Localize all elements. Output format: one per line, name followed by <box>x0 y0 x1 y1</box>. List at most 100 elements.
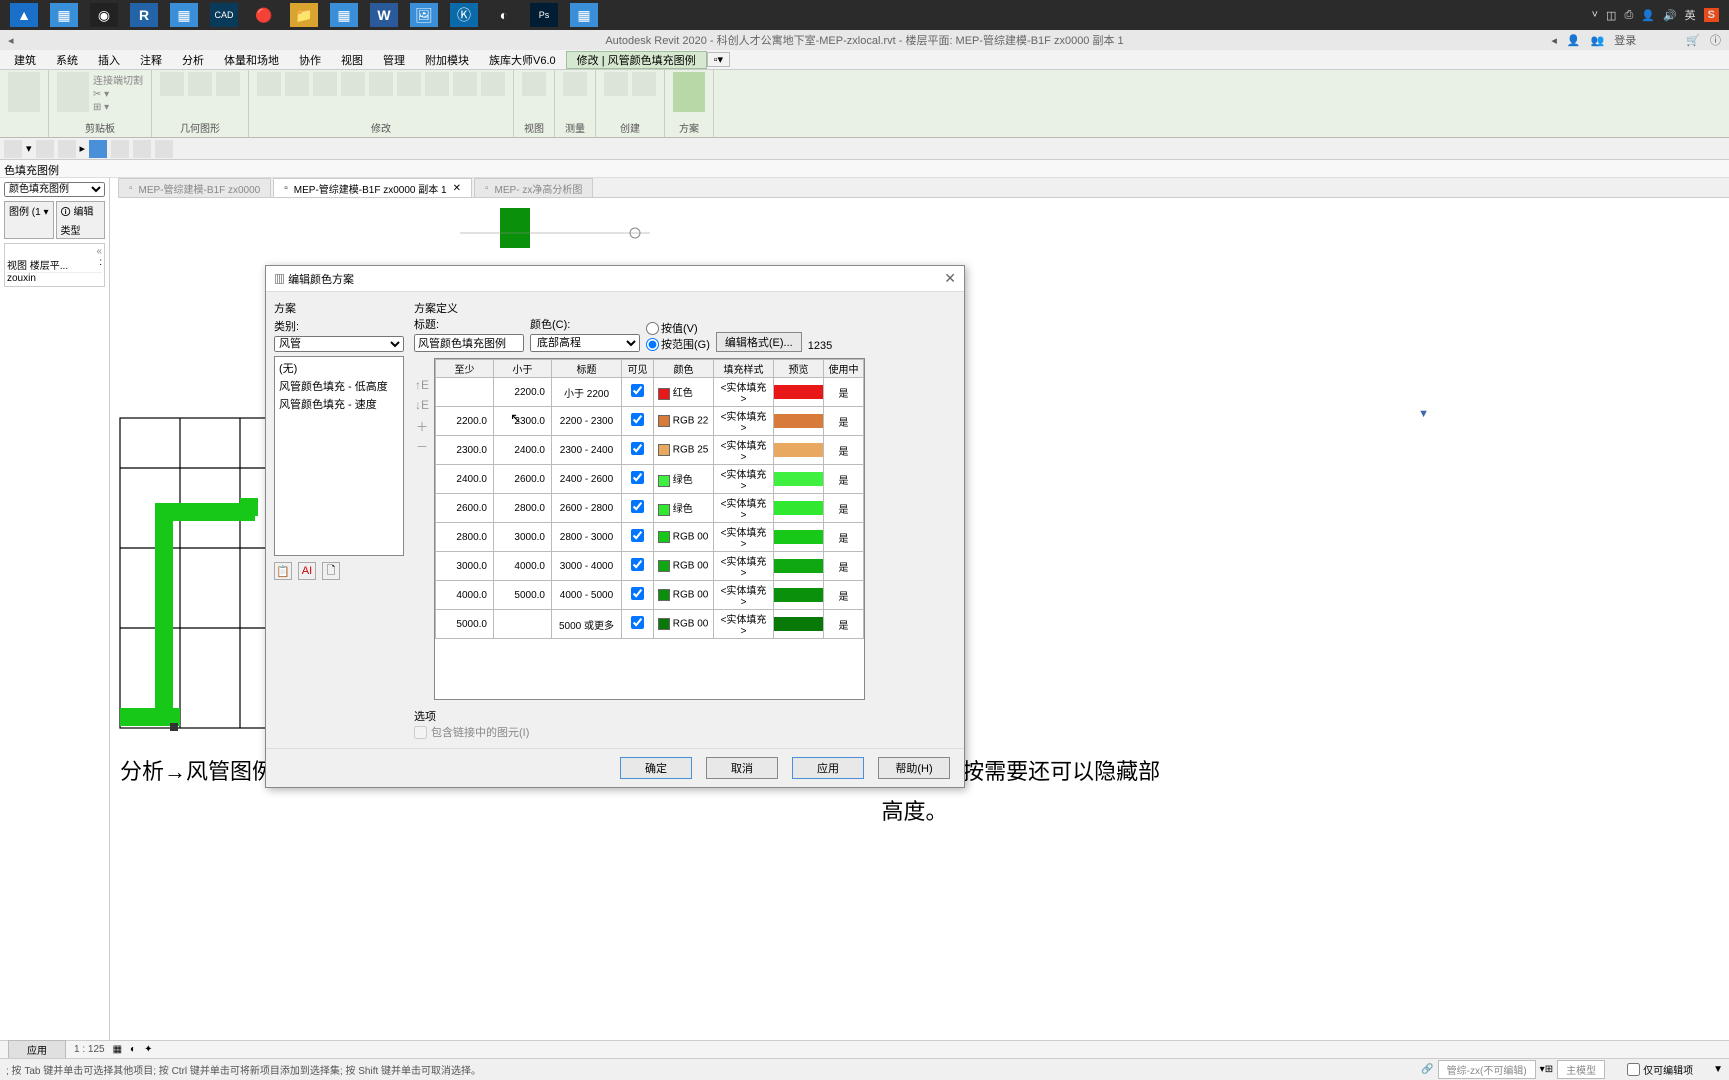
cell-color[interactable]: RGB 00 <box>654 610 714 639</box>
help-button[interactable]: 帮助(H) <box>878 757 950 779</box>
scheme-item[interactable]: 风管颜色填充 - 低高度 <box>277 377 401 395</box>
ok-button[interactable]: 确定 <box>620 757 692 779</box>
cell-fill[interactable]: <实体填充> <box>714 523 774 552</box>
cell-visible[interactable] <box>622 494 654 523</box>
cell-max[interactable] <box>494 610 552 639</box>
cell-title[interactable]: 5000 或更多 <box>552 610 622 639</box>
cell-color[interactable]: 绿色 <box>654 465 714 494</box>
scheme-list[interactable]: (无) 风管颜色填充 - 低高度 风管颜色填充 - 速度 <box>274 356 404 556</box>
taskbar-app-icon[interactable]: 📁 <box>290 3 318 27</box>
table-row[interactable]: 2200.0小于 2200 红色<实体填充>是 <box>436 378 864 407</box>
ribbon-create-icon[interactable] <box>604 72 628 96</box>
radio-range[interactable]: 按范围(G) <box>646 336 710 352</box>
cancel-button[interactable]: 取消 <box>706 757 778 779</box>
ribbon-edit-icon[interactable] <box>285 72 309 96</box>
quickbar-icon-active[interactable] <box>89 140 107 158</box>
cell-min[interactable]: 3000.0 <box>436 552 494 581</box>
ribbon-edit-icon[interactable] <box>425 72 449 96</box>
cell-max[interactable]: 2400.0 <box>494 436 552 465</box>
ribbon-join-icon[interactable]: ⊞ ▾ <box>93 102 143 113</box>
tray-icon[interactable]: 👤 <box>1641 9 1655 22</box>
cell-min[interactable] <box>436 378 494 407</box>
rename-icon[interactable]: AI <box>298 562 316 580</box>
tray-ime[interactable]: 英 <box>1685 7 1696 23</box>
tray-icon[interactable]: ◫ <box>1606 9 1616 22</box>
cell-color[interactable]: RGB 25 <box>654 436 714 465</box>
ribbon-geom-icon[interactable] <box>160 72 184 96</box>
apply-button[interactable]: 应用 <box>792 757 864 779</box>
tray-chevron-icon[interactable]: ˅ <box>1592 9 1598 21</box>
cell-fill[interactable]: <实体填充> <box>714 552 774 581</box>
ribbon-create-icon[interactable] <box>632 72 656 96</box>
taskbar-app-icon[interactable]: Ⓚ <box>450 3 478 27</box>
ribbon-view-icon[interactable] <box>522 72 546 96</box>
quickbar-icon[interactable] <box>133 140 151 158</box>
taskbar-app-icon[interactable]: 🔴 <box>250 3 278 27</box>
ribbon-geom-icon[interactable] <box>188 72 212 96</box>
menu-tab[interactable]: 族库大师V6.0 <box>479 52 566 68</box>
qat-icon[interactable]: ◂ <box>8 34 20 46</box>
type-selector[interactable]: 颜色填充图例 <box>4 182 105 197</box>
table-row[interactable]: 2400.02600.02400 - 2600 绿色<实体填充>是 <box>436 465 864 494</box>
scheme-item[interactable]: 风管颜色填充 - 速度 <box>277 395 401 413</box>
workset-field[interactable]: 管综-zx(不可编辑) <box>1438 1060 1536 1079</box>
menu-tab[interactable]: 视图 <box>331 52 373 68</box>
view-control-icon[interactable]: ✦ <box>144 1044 152 1055</box>
quickbar-icon[interactable] <box>4 140 22 158</box>
quickbar-icon[interactable] <box>36 140 54 158</box>
cell-min[interactable]: 4000.0 <box>436 581 494 610</box>
edit-format-button[interactable]: 编辑格式(E)... <box>716 332 802 352</box>
filter-icon[interactable]: ▼ <box>1713 1064 1723 1075</box>
table-row[interactable]: 5000.05000 或更多 RGB 00<实体填充>是 <box>436 610 864 639</box>
cell-min[interactable]: 2600.0 <box>436 494 494 523</box>
legend-button[interactable]: 图例 (1 ▾ <box>4 201 54 239</box>
quickbar-icon[interactable] <box>58 140 76 158</box>
sort-down-icon[interactable]: ↓E <box>414 398 430 414</box>
ribbon-edit-icon[interactable] <box>369 72 393 96</box>
close-icon[interactable]: ✕ <box>944 270 956 287</box>
doc-tab[interactable]: ▫MEP-管综建模-B1F zx0000 <box>118 178 271 197</box>
doc-tab[interactable]: ▫MEP- zx净高分析图 <box>474 178 593 197</box>
taskbar-app-icon[interactable]: ▦ <box>330 3 358 27</box>
cell-visible[interactable] <box>622 407 654 436</box>
scale-text[interactable]: 1 : 125 <box>74 1044 105 1055</box>
cell-title[interactable]: 3000 - 4000 <box>552 552 622 581</box>
tray-sogou-icon[interactable]: S <box>1704 8 1719 22</box>
taskbar-app-icon[interactable]: ▲ <box>10 3 38 27</box>
table-row[interactable]: 2300.02400.02300 - 2400 RGB 25<实体填充>是 <box>436 436 864 465</box>
help-icon[interactable]: ⓘ <box>1710 32 1721 48</box>
menu-expand-icon[interactable]: ▫▾ <box>707 52 730 67</box>
table-row[interactable]: 2200.02300.02200 - 2300 RGB 22<实体填充>是 <box>436 407 864 436</box>
table-row[interactable]: 3000.04000.03000 - 4000 RGB 00<实体填充>是 <box>436 552 864 581</box>
status-icon[interactable]: 🔗 <box>1421 1064 1433 1075</box>
cell-visible[interactable] <box>622 523 654 552</box>
cell-fill[interactable]: <实体填充> <box>714 407 774 436</box>
cell-visible[interactable] <box>622 610 654 639</box>
menu-tab[interactable]: 管理 <box>373 52 415 68</box>
cart-icon[interactable]: 🛒 <box>1686 34 1700 47</box>
cell-title[interactable]: 2600 - 2800 <box>552 494 622 523</box>
quickbar-icon[interactable] <box>111 140 129 158</box>
user-icon[interactable]: 👥 <box>1591 34 1605 47</box>
cell-fill[interactable]: <实体填充> <box>714 378 774 407</box>
menu-tab-active[interactable]: 修改 | 风管颜色填充图例 <box>566 51 707 69</box>
ribbon-measure-icon[interactable] <box>563 72 587 96</box>
menu-tab[interactable]: 附加模块 <box>415 52 479 68</box>
ribbon-edit-icon[interactable] <box>397 72 421 96</box>
ribbon-edit-icon[interactable] <box>313 72 337 96</box>
tray-icon[interactable]: ⎙ <box>1624 9 1633 22</box>
cell-title[interactable]: 4000 - 5000 <box>552 581 622 610</box>
cell-min[interactable]: 2300.0 <box>436 436 494 465</box>
ribbon-modify-icon[interactable] <box>8 72 40 112</box>
cell-max[interactable]: 2800.0 <box>494 494 552 523</box>
edit-type-button[interactable]: 🛈 编辑类型 <box>56 201 106 239</box>
category-select[interactable]: 风管 <box>274 336 404 352</box>
ribbon-geom-icon[interactable] <box>216 72 240 96</box>
menu-tab[interactable]: 建筑 <box>4 52 46 68</box>
menu-tab[interactable]: 体量和场地 <box>214 52 289 68</box>
taskbar-app-icon[interactable]: ◉ <box>90 3 118 27</box>
cell-fill[interactable]: <实体填充> <box>714 581 774 610</box>
menu-tab[interactable]: 插入 <box>88 52 130 68</box>
taskbar-word-icon[interactable]: W <box>370 3 398 27</box>
cell-fill[interactable]: <实体填充> <box>714 465 774 494</box>
